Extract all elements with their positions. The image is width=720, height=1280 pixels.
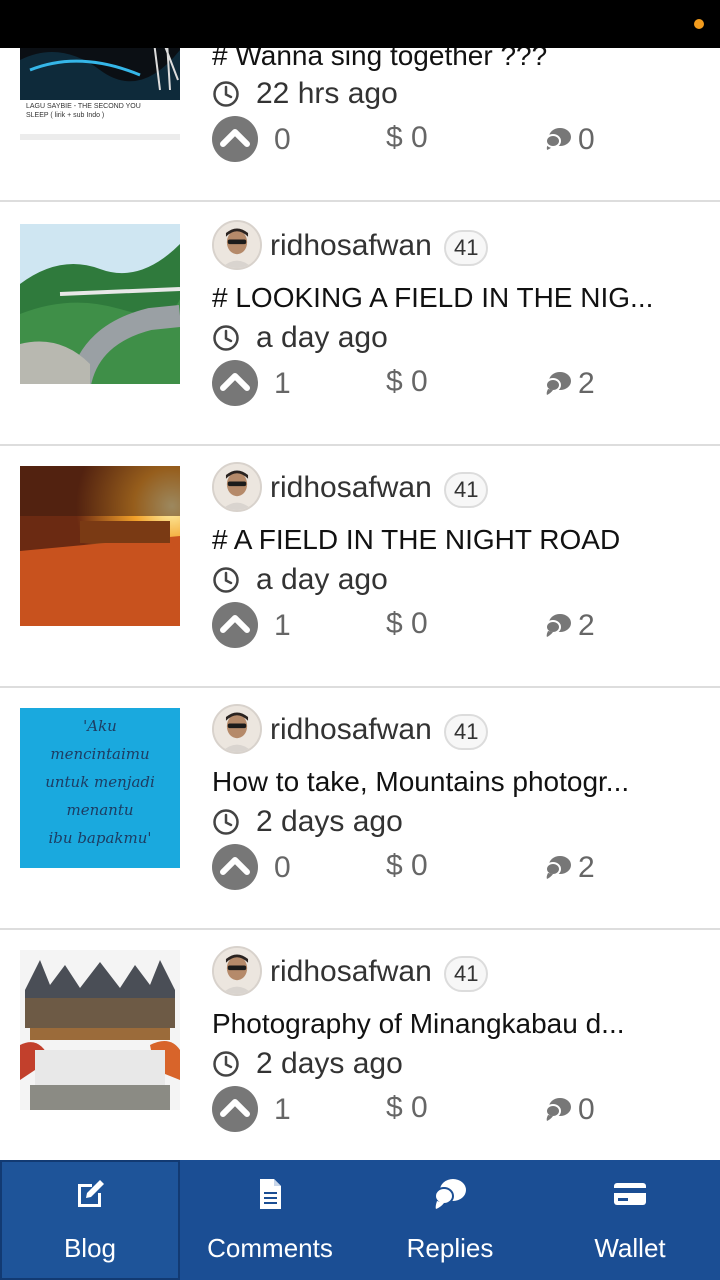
comment-icon[interactable] xyxy=(544,612,572,638)
tab-label: Comments xyxy=(207,1233,333,1263)
thumbnail-caption: LAGU SAYBIE - THE SECOND YOU SLEEP ( lir… xyxy=(26,103,141,119)
tab-label: Blog xyxy=(63,1233,117,1263)
post-time: 2 days ago xyxy=(212,1044,403,1084)
tab-label: Replies xyxy=(406,1233,494,1263)
comment-count: 2 xyxy=(578,609,595,642)
vote-count: 0 xyxy=(274,851,291,884)
post-thumbnail[interactable] xyxy=(20,224,180,384)
tab-blog[interactable]: Blog xyxy=(0,1160,180,1280)
comment-icon[interactable] xyxy=(544,126,572,152)
comment-count: 2 xyxy=(578,367,595,400)
post-time: a day ago xyxy=(212,318,388,358)
comment-count: 0 xyxy=(578,1093,595,1126)
document-icon xyxy=(260,1179,281,1209)
post-thumbnail[interactable]: LAGU SAYBIE - THE SECOND YOU SLEEP ( lir… xyxy=(20,48,180,140)
credit-card-icon xyxy=(614,1183,646,1205)
post-stats: 1 $ 0 0 xyxy=(212,1086,712,1134)
comment-icon[interactable] xyxy=(544,1096,572,1122)
avatar[interactable] xyxy=(212,462,262,512)
reputation-badge: 41 xyxy=(444,956,489,992)
post-item[interactable]: ridhosafwan 41 Photography of Minangkaba… xyxy=(0,930,720,1160)
comment-icon[interactable] xyxy=(544,370,572,396)
vote-count: 0 xyxy=(274,123,291,156)
upvote-icon[interactable] xyxy=(212,844,258,890)
upvote-icon[interactable] xyxy=(212,360,258,406)
clock-icon xyxy=(213,1051,239,1077)
time-text: 2 days ago xyxy=(256,1047,403,1080)
payout-value: $ 0 xyxy=(386,607,428,640)
author-name[interactable]: ridhosafwan xyxy=(270,952,432,992)
thumbnail-quote: 'Aku mencintaimu untuk menjadi menantu i… xyxy=(45,717,155,847)
upvote-icon[interactable] xyxy=(212,1086,258,1132)
vote-count: 1 xyxy=(274,609,291,642)
payout-value: $ 0 xyxy=(386,365,428,398)
avatar[interactable] xyxy=(212,704,262,754)
post-title[interactable]: How to take, Mountains photogr... xyxy=(212,762,702,802)
post-title[interactable]: # A FIELD IN THE NIGHT ROAD xyxy=(212,520,702,560)
vote-count: 1 xyxy=(274,1093,291,1126)
post-stats: 0 $ 0 2 xyxy=(212,844,712,892)
time-text: 22 hrs ago xyxy=(256,77,398,110)
author-name[interactable]: ridhosafwan xyxy=(270,710,432,750)
post-time: a day ago xyxy=(212,560,388,600)
payout-value: $ 0 xyxy=(386,849,428,882)
tab-wallet[interactable]: Wallet xyxy=(540,1160,720,1280)
clock-icon xyxy=(213,325,239,351)
author-name[interactable]: ridhosafwan xyxy=(270,468,432,508)
post-item[interactable]: ridhosafwan 41 # A FIELD IN THE NIGHT RO… xyxy=(0,446,720,688)
upvote-icon[interactable] xyxy=(212,602,258,648)
reputation-badge: 41 xyxy=(444,230,489,266)
post-title[interactable]: # LOOKING A FIELD IN THE NIG... xyxy=(212,278,702,318)
post-title[interactable]: # Wanna sing together ??? xyxy=(212,48,702,76)
vote-count: 1 xyxy=(274,367,291,400)
post-title[interactable]: Photography of Minangkabau d... xyxy=(212,1004,702,1044)
payout-value: $ 0 xyxy=(386,121,428,154)
tab-comments[interactable]: Comments xyxy=(180,1160,360,1280)
author-name[interactable]: ridhosafwan xyxy=(270,226,432,266)
tab-label: Wallet xyxy=(594,1233,666,1263)
status-bar xyxy=(0,0,720,48)
post-time: 22 hrs ago xyxy=(212,74,398,114)
edit-icon xyxy=(78,1180,104,1207)
post-stats: 1 $ 0 2 xyxy=(212,360,712,408)
reputation-badge: 41 xyxy=(444,714,489,750)
comment-count: 0 xyxy=(578,123,595,156)
clock-icon xyxy=(213,809,239,835)
clock-icon xyxy=(213,81,239,107)
time-text: a day ago xyxy=(256,563,388,596)
post-time: 2 days ago xyxy=(212,802,403,842)
post-feed[interactable]: LAGU SAYBIE - THE SECOND YOU SLEEP ( lir… xyxy=(0,48,720,1160)
tab-replies[interactable]: Replies xyxy=(360,1160,540,1280)
post-thumbnail[interactable]: 'Aku mencintaimu untuk menjadi menantu i… xyxy=(20,708,180,868)
post-stats: 0 $ 0 0 xyxy=(212,116,712,164)
comment-count: 2 xyxy=(578,851,595,884)
avatar[interactable] xyxy=(212,220,262,270)
comment-icon[interactable] xyxy=(544,854,572,880)
post-item[interactable]: 'Aku mencintaimu untuk menjadi menantu i… xyxy=(0,688,720,930)
chat-bubbles-icon xyxy=(434,1179,466,1209)
clock-icon xyxy=(213,567,239,593)
post-thumbnail[interactable] xyxy=(20,466,180,626)
notification-dot xyxy=(694,19,704,29)
avatar[interactable] xyxy=(212,946,262,996)
time-text: 2 days ago xyxy=(256,805,403,838)
bottom-tab-bar: Blog Comments Replies Wallet xyxy=(0,1160,720,1280)
post-item[interactable]: LAGU SAYBIE - THE SECOND YOU SLEEP ( lir… xyxy=(0,48,720,202)
post-thumbnail[interactable] xyxy=(20,950,180,1110)
time-text: a day ago xyxy=(256,321,388,354)
post-item[interactable]: ridhosafwan 41 # LOOKING A FIELD IN THE … xyxy=(0,204,720,446)
reputation-badge: 41 xyxy=(444,472,489,508)
post-stats: 1 $ 0 2 xyxy=(212,602,712,650)
payout-value: $ 0 xyxy=(386,1091,428,1124)
upvote-icon[interactable] xyxy=(212,116,258,162)
